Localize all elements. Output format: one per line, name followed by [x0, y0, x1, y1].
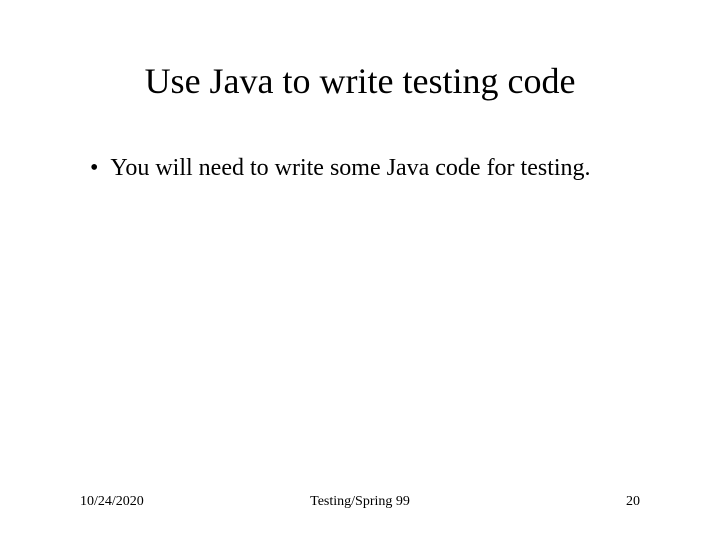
bullet-item: • You will need to write some Java code …: [90, 152, 640, 184]
footer-page-number: 20: [626, 494, 640, 510]
bullet-text: You will need to write some Java code fo…: [110, 152, 640, 184]
slide-content: • You will need to write some Java code …: [80, 152, 640, 184]
bullet-marker: •: [90, 152, 98, 184]
slide-footer: 10/24/2020 Testing/Spring 99 20: [80, 494, 640, 510]
footer-date: 10/24/2020: [80, 494, 144, 510]
slide-container: Use Java to write testing code • You wil…: [0, 0, 720, 540]
footer-center: Testing/Spring 99: [310, 494, 410, 510]
slide-title: Use Java to write testing code: [80, 60, 640, 102]
